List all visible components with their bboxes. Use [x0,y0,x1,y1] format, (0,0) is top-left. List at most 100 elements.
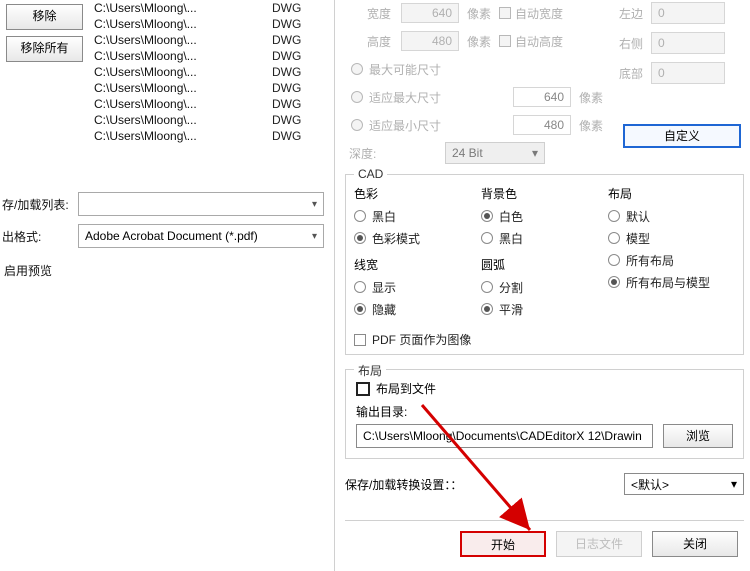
margin-right-label: 右侧 [615,35,651,52]
unit-label: 像素 [579,117,603,134]
file-path-cell: C:\Users\Mloong\... [90,32,268,48]
output-format-combo[interactable]: Adobe Acrobat Document (*.pdf) ▾ [78,224,324,248]
unit-label: 像素 [579,89,603,106]
save-load-list-combo[interactable]: ▾ [78,192,324,216]
file-path-cell: C:\Users\Mloong\... [90,64,268,80]
width-input[interactable]: 640 [401,3,459,23]
fit-min-radio[interactable] [351,119,363,131]
browse-button[interactable]: 浏览 [663,424,733,448]
color-mode-label: 色彩模式 [372,230,420,247]
fit-min-label: 适应最小尺寸 [369,117,469,134]
layout-subtitle: 布局 [608,185,735,202]
bg-black-label: 黑白 [499,230,523,247]
bg-black-radio[interactable] [481,232,493,244]
remove-button[interactable]: 移除 [6,4,83,30]
layout-group: 布局 布局到文件 输出目录: C:\Users\Mloong\Documents… [345,369,744,459]
file-path-cell: C:\Users\Mloong\... [90,96,268,112]
arc-split-radio[interactable] [481,281,493,293]
bg-white-radio[interactable] [481,210,493,222]
file-path-cell: C:\Users\Mloong\... [90,80,268,96]
layout-default-radio[interactable] [608,210,620,222]
file-type-cell: DWG [268,64,328,80]
cad-group: CAD 色彩 黑白 色彩模式 线宽 显示 隐藏 背景色 白色 黑白 圆弧 分割 … [345,174,744,355]
file-list-row[interactable]: C:\Users\Mloong\...DWG [90,16,328,32]
pdf-as-image-checkbox[interactable] [354,334,366,346]
auto-width-label: 自动宽度 [515,5,563,22]
fit-max-radio[interactable] [351,91,363,103]
layout-all-model-radio[interactable] [608,276,620,288]
bg-subtitle: 背景色 [481,185,608,202]
file-type-cell: DWG [268,16,328,32]
file-list-row[interactable]: C:\Users\Mloong\...DWG [90,64,328,80]
depth-label: 深度: [345,145,401,162]
log-file-button: 日志文件 [556,531,642,557]
height-label: 高度 [345,33,401,50]
arc-subtitle: 圆弧 [481,256,608,273]
remove-all-button[interactable]: 移除所有 [6,36,83,62]
chevron-down-icon: ▾ [532,146,538,160]
file-path-cell: C:\Users\Mloong\... [90,16,268,32]
custom-button[interactable]: 自定义 [623,124,741,148]
file-path-cell: C:\Users\Mloong\... [90,112,268,128]
line-hide-radio[interactable] [354,303,366,315]
depth-select[interactable]: 24 Bit ▾ [445,142,545,164]
fit-max-input[interactable]: 640 [513,87,571,107]
arc-split-label: 分割 [499,279,523,296]
layout-model-label: 模型 [626,230,650,247]
file-type-cell: DWG [268,32,328,48]
max-possible-label: 最大可能尺寸 [369,61,469,78]
save-load-settings-label: 保存/加载转换设置：： [345,476,624,493]
chevron-down-icon: ▾ [312,231,317,242]
line-show-label: 显示 [372,279,396,296]
layout-all-radio[interactable] [608,254,620,266]
file-path-cell: C:\Users\Mloong\... [90,128,268,144]
output-dir-label: 输出目录: [356,403,733,420]
color-bw-radio[interactable] [354,210,366,222]
file-list-row[interactable]: C:\Users\Mloong\...DWG [90,48,328,64]
save-load-settings-combo[interactable]: <默认> ▾ [624,473,744,495]
arc-smooth-radio[interactable] [481,303,493,315]
unit-label: 像素 [467,33,491,50]
file-list-row[interactable]: C:\Users\Mloong\...DWG [90,112,328,128]
margin-left-input[interactable]: 0 [651,2,725,24]
line-subtitle: 线宽 [354,256,481,273]
close-button[interactable]: 关闭 [652,531,738,557]
color-mode-radio[interactable] [354,232,366,244]
file-list: C:\Users\Mloong\...DWGC:\Users\Mloong\..… [90,0,334,144]
file-list-row[interactable]: C:\Users\Mloong\...DWG [90,128,328,144]
line-hide-label: 隐藏 [372,301,396,318]
bg-white-label: 白色 [499,208,523,225]
layout-to-file-checkbox[interactable] [356,382,370,396]
unit-label: 像素 [467,5,491,22]
file-list-row[interactable]: C:\Users\Mloong\...DWG [90,0,328,16]
margin-right-input[interactable]: 0 [651,32,725,54]
chevron-down-icon: ▾ [731,477,737,491]
layout-all-model-label: 所有布局与模型 [626,274,710,291]
file-type-cell: DWG [268,0,328,16]
auto-height-checkbox[interactable] [499,35,511,47]
cad-group-title: CAD [354,167,387,181]
file-list-row[interactable]: C:\Users\Mloong\...DWG [90,80,328,96]
layout-to-file-label: 布局到文件 [376,380,436,397]
max-possible-radio[interactable] [351,63,363,75]
enable-preview-label: 启用预览 [2,256,324,279]
color-bw-label: 黑白 [372,208,396,225]
chevron-down-icon: ▾ [312,199,317,210]
auto-width-checkbox[interactable] [499,7,511,19]
fit-min-input[interactable]: 480 [513,115,571,135]
line-show-radio[interactable] [354,281,366,293]
margin-bottom-input[interactable]: 0 [651,62,725,84]
file-type-cell: DWG [268,80,328,96]
width-label: 宽度 [345,5,401,22]
file-list-row[interactable]: C:\Users\Mloong\...DWG [90,96,328,112]
file-path-cell: C:\Users\Mloong\... [90,0,268,16]
height-input[interactable]: 480 [401,31,459,51]
output-dir-input[interactable]: C:\Users\Mloong\Documents\CADEditorX 12\… [356,424,653,448]
layout-all-label: 所有布局 [626,252,674,269]
margin-bottom-label: 底部 [615,65,651,82]
layout-model-radio[interactable] [608,232,620,244]
file-type-cell: DWG [268,48,328,64]
file-list-row[interactable]: C:\Users\Mloong\...DWG [90,32,328,48]
start-button[interactable]: 开始 [460,531,546,557]
margin-left-label: 左边 [615,5,651,22]
